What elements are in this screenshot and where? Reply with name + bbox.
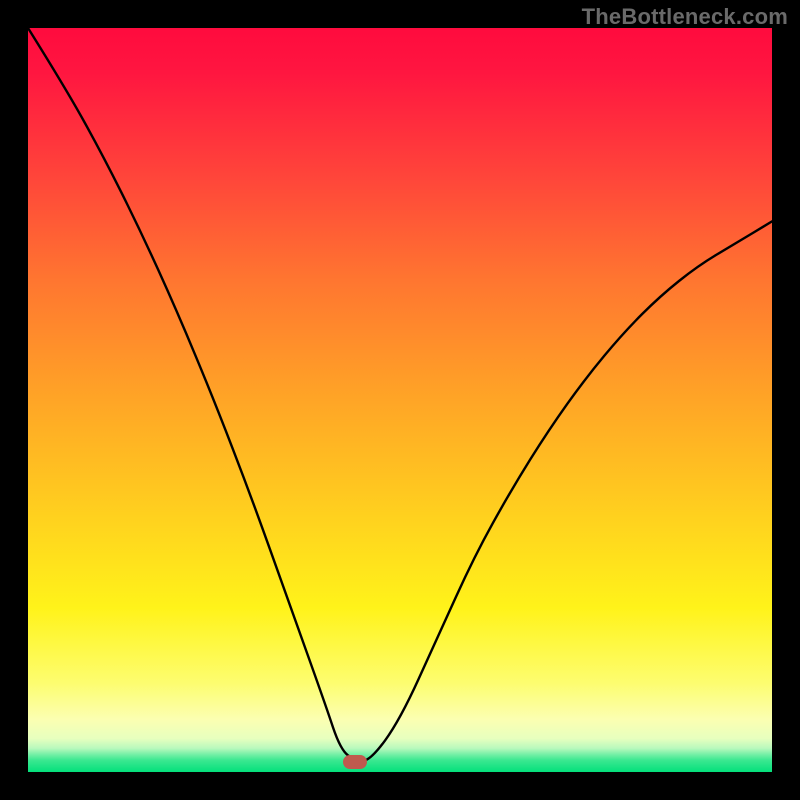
watermark-text: TheBottleneck.com [582, 4, 788, 30]
bottleneck-curve [28, 28, 772, 772]
minimum-marker [343, 755, 367, 769]
chart-frame: TheBottleneck.com [0, 0, 800, 800]
plot-area [28, 28, 772, 772]
